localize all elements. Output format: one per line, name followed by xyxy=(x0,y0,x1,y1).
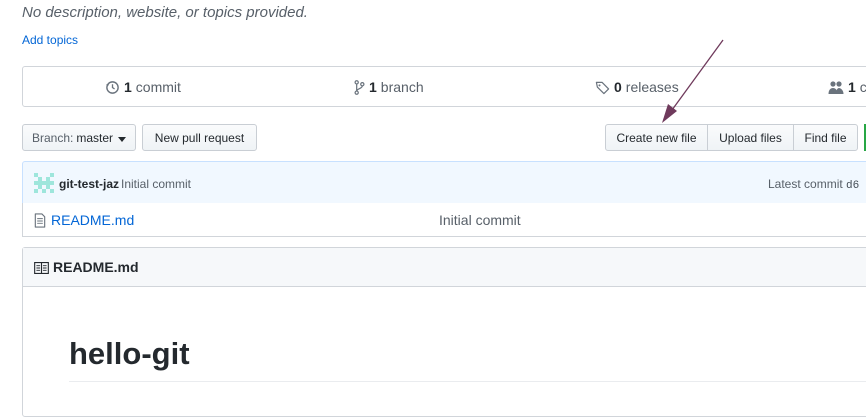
readme-box: README.md hello-git xyxy=(22,247,866,417)
latest-commit-label: Latest commit xyxy=(768,177,843,191)
file-commit-message-link[interactable]: Initial commit xyxy=(439,212,521,228)
find-file-button[interactable]: Find file xyxy=(793,124,858,151)
repo-description: No description, website, or topics provi… xyxy=(22,4,308,21)
git-branch-icon xyxy=(354,79,365,95)
readme-header: README.md xyxy=(23,248,866,287)
upload-files-button[interactable]: Upload files xyxy=(707,124,794,151)
readme-title: README.md xyxy=(53,259,139,275)
book-icon xyxy=(34,261,49,279)
file-row: README.md Initial commit xyxy=(22,203,866,237)
people-icon xyxy=(828,80,844,95)
tag-icon xyxy=(595,80,610,95)
releases-count: 0 xyxy=(614,79,622,95)
branch-prefix: Branch: xyxy=(31,130,74,145)
commit-message-link[interactable]: Initial commit xyxy=(121,177,191,191)
commits-count: 1 xyxy=(124,79,132,95)
branches-count: 1 xyxy=(369,79,377,95)
branches-stat[interactable]: 1 branch xyxy=(354,79,424,95)
numbers-summary: 1 commit 1 branch 0 releases 1 c xyxy=(22,66,866,107)
releases-label: releases xyxy=(625,79,679,95)
branch-select-button[interactable]: Branch: master xyxy=(22,124,136,151)
releases-stat[interactable]: 0 releases xyxy=(595,79,679,95)
caret-down-icon xyxy=(118,131,127,145)
commit-author-link[interactable]: git-test-jaz xyxy=(59,177,119,191)
history-icon xyxy=(105,80,120,95)
add-topics-link[interactable]: Add topics xyxy=(22,33,78,47)
readme-heading: hello-git xyxy=(69,336,190,371)
latest-commit-info: Latest commit d6 xyxy=(768,177,859,192)
file-name-link[interactable]: README.md xyxy=(51,212,134,228)
avatar[interactable] xyxy=(34,173,54,193)
create-new-file-button[interactable]: Create new file xyxy=(605,124,708,151)
commits-stat[interactable]: 1 commit xyxy=(105,79,181,95)
branches-label: branch xyxy=(380,79,424,95)
new-pull-request-button[interactable]: New pull request xyxy=(142,124,257,151)
commit-sha-link[interactable]: d6 xyxy=(846,180,859,192)
contributors-stat[interactable]: 1 c xyxy=(828,79,866,95)
commits-label: commit xyxy=(135,79,181,95)
file-icon xyxy=(34,213,46,233)
contributors-count: 1 xyxy=(848,79,856,95)
latest-commit-bar: git-test-jaz Initial commit Latest commi… xyxy=(22,161,866,204)
contributors-label: c xyxy=(859,79,866,95)
readme-divider xyxy=(69,381,866,382)
branch-name: master xyxy=(76,130,114,145)
